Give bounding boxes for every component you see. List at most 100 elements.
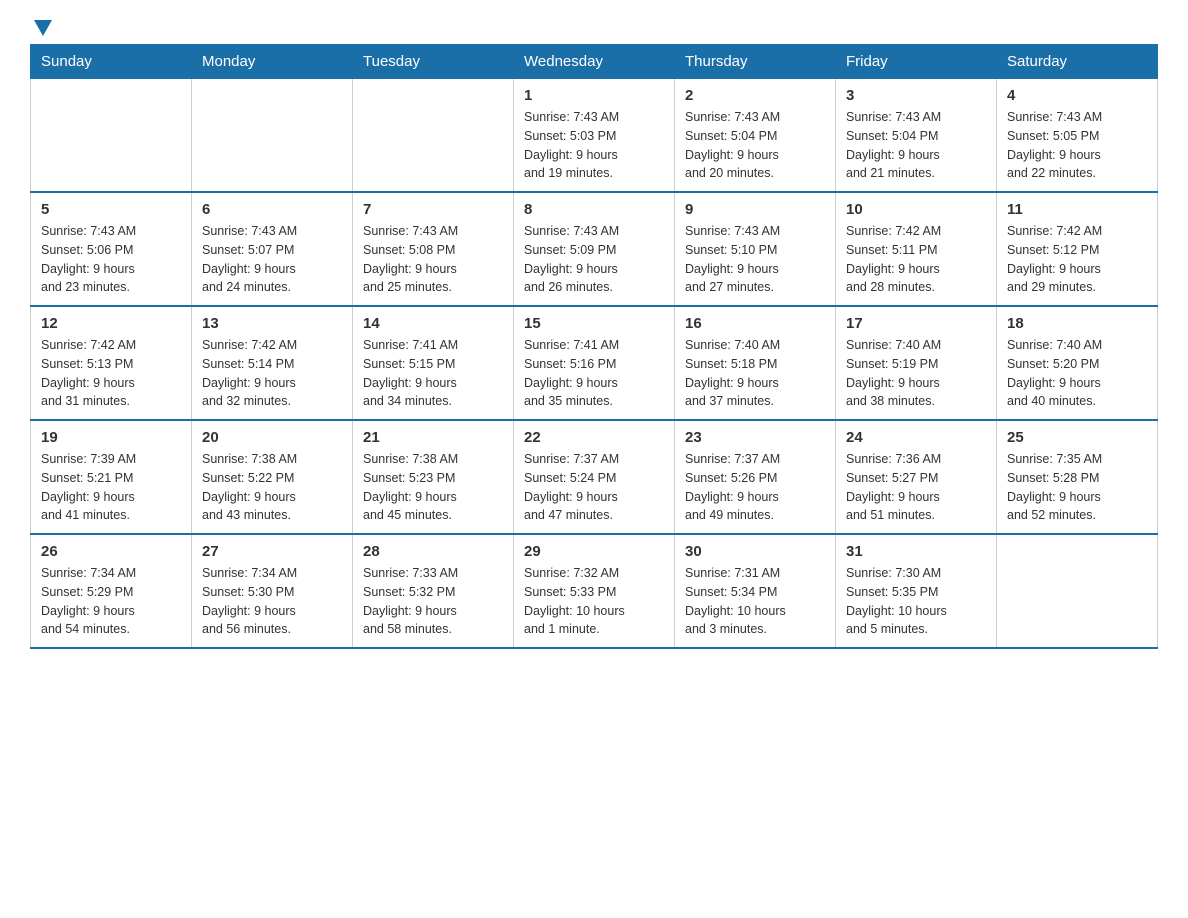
calendar-week-row: 1 Sunrise: 7:43 AM Sunset: 5:03 PM Daylig… [31,79,1158,193]
day-number: 18 [1007,315,1147,332]
day-number: 3 [846,87,986,104]
day-info: Sunrise: 7:43 AM Sunset: 5:09 PM Dayligh… [524,222,664,297]
day-number: 1 [524,87,664,104]
day-number: 19 [41,429,181,446]
day-info: Sunrise: 7:43 AM Sunset: 5:05 PM Dayligh… [1007,108,1147,183]
day-info: Sunrise: 7:39 AM Sunset: 5:21 PM Dayligh… [41,450,181,525]
weekday-header-thursday: Thursday [675,45,836,79]
calendar-cell: 25 Sunrise: 7:35 AM Sunset: 5:28 PM Dayli… [997,420,1158,534]
calendar-cell: 14 Sunrise: 7:41 AM Sunset: 5:15 PM Dayli… [353,306,514,420]
day-number: 29 [524,543,664,560]
day-number: 2 [685,87,825,104]
day-number: 13 [202,315,342,332]
calendar-cell [192,79,353,193]
day-info: Sunrise: 7:43 AM Sunset: 5:03 PM Dayligh… [524,108,664,183]
day-info: Sunrise: 7:37 AM Sunset: 5:24 PM Dayligh… [524,450,664,525]
day-number: 11 [1007,201,1147,218]
calendar-cell [353,79,514,193]
calendar-cell [31,79,192,193]
day-number: 15 [524,315,664,332]
calendar-cell: 3 Sunrise: 7:43 AM Sunset: 5:04 PM Daylig… [836,79,997,193]
day-info: Sunrise: 7:36 AM Sunset: 5:27 PM Dayligh… [846,450,986,525]
logo-triangle-icon [34,20,52,36]
day-info: Sunrise: 7:40 AM Sunset: 5:20 PM Dayligh… [1007,336,1147,411]
calendar-cell: 12 Sunrise: 7:42 AM Sunset: 5:13 PM Dayli… [31,306,192,420]
day-number: 30 [685,543,825,560]
day-info: Sunrise: 7:34 AM Sunset: 5:30 PM Dayligh… [202,564,342,639]
calendar-cell: 5Sunrise: 7:43 AM Sunset: 5:06 PM Daylig… [31,192,192,306]
day-number: 7 [363,201,503,218]
day-info: Sunrise: 7:34 AM Sunset: 5:29 PM Dayligh… [41,564,181,639]
weekday-header-friday: Friday [836,45,997,79]
calendar-cell: 29 Sunrise: 7:32 AM Sunset: 5:33 PM Dayli… [514,534,675,648]
day-info: Sunrise: 7:43 AM Sunset: 5:08 PM Dayligh… [363,222,503,297]
day-info: Sunrise: 7:33 AM Sunset: 5:32 PM Dayligh… [363,564,503,639]
calendar-cell: 11 Sunrise: 7:42 AM Sunset: 5:12 PM Dayli… [997,192,1158,306]
calendar-week-row: 5Sunrise: 7:43 AM Sunset: 5:06 PM Daylig… [31,192,1158,306]
calendar-cell: 31 Sunrise: 7:30 AM Sunset: 5:35 PM Dayli… [836,534,997,648]
day-number: 25 [1007,429,1147,446]
day-info: Sunrise: 7:43 AM Sunset: 5:07 PM Dayligh… [202,222,342,297]
day-info: Sunrise: 7:37 AM Sunset: 5:26 PM Dayligh… [685,450,825,525]
day-number: 10 [846,201,986,218]
day-info: Sunrise: 7:42 AM Sunset: 5:13 PM Dayligh… [41,336,181,411]
day-number: 16 [685,315,825,332]
calendar-cell: 20 Sunrise: 7:38 AM Sunset: 5:22 PM Dayli… [192,420,353,534]
day-info: Sunrise: 7:35 AM Sunset: 5:28 PM Dayligh… [1007,450,1147,525]
day-info: Sunrise: 7:38 AM Sunset: 5:22 PM Dayligh… [202,450,342,525]
calendar-cell: 1 Sunrise: 7:43 AM Sunset: 5:03 PM Daylig… [514,79,675,193]
day-number: 22 [524,429,664,446]
calendar-cell: 24 Sunrise: 7:36 AM Sunset: 5:27 PM Dayli… [836,420,997,534]
calendar-week-row: 26Sunrise: 7:34 AM Sunset: 5:29 PM Dayli… [31,534,1158,648]
day-info: Sunrise: 7:43 AM Sunset: 5:06 PM Dayligh… [41,222,181,297]
day-number: 21 [363,429,503,446]
day-number: 8 [524,201,664,218]
calendar-cell: 6Sunrise: 7:43 AM Sunset: 5:07 PM Daylig… [192,192,353,306]
logo [30,20,52,34]
day-info: Sunrise: 7:43 AM Sunset: 5:04 PM Dayligh… [846,108,986,183]
calendar-cell: 10Sunrise: 7:42 AM Sunset: 5:11 PM Dayli… [836,192,997,306]
day-number: 27 [202,543,342,560]
day-number: 14 [363,315,503,332]
calendar-cell: 27 Sunrise: 7:34 AM Sunset: 5:30 PM Dayli… [192,534,353,648]
day-info: Sunrise: 7:42 AM Sunset: 5:12 PM Dayligh… [1007,222,1147,297]
weekday-header-row: SundayMondayTuesdayWednesdayThursdayFrid… [31,45,1158,79]
day-number: 28 [363,543,503,560]
calendar-cell: 15 Sunrise: 7:41 AM Sunset: 5:16 PM Dayli… [514,306,675,420]
day-info: Sunrise: 7:38 AM Sunset: 5:23 PM Dayligh… [363,450,503,525]
weekday-header-saturday: Saturday [997,45,1158,79]
day-info: Sunrise: 7:41 AM Sunset: 5:16 PM Dayligh… [524,336,664,411]
calendar-week-row: 19 Sunrise: 7:39 AM Sunset: 5:21 PM Dayli… [31,420,1158,534]
weekday-header-monday: Monday [192,45,353,79]
calendar-cell: 26Sunrise: 7:34 AM Sunset: 5:29 PM Dayli… [31,534,192,648]
day-info: Sunrise: 7:40 AM Sunset: 5:18 PM Dayligh… [685,336,825,411]
day-number: 31 [846,543,986,560]
day-info: Sunrise: 7:43 AM Sunset: 5:10 PM Dayligh… [685,222,825,297]
day-info: Sunrise: 7:41 AM Sunset: 5:15 PM Dayligh… [363,336,503,411]
day-number: 20 [202,429,342,446]
day-number: 24 [846,429,986,446]
calendar-cell: 7 Sunrise: 7:43 AM Sunset: 5:08 PM Daylig… [353,192,514,306]
day-number: 12 [41,315,181,332]
day-info: Sunrise: 7:30 AM Sunset: 5:35 PM Dayligh… [846,564,986,639]
calendar-cell: 16 Sunrise: 7:40 AM Sunset: 5:18 PM Dayli… [675,306,836,420]
calendar-cell: 17Sunrise: 7:40 AM Sunset: 5:19 PM Dayli… [836,306,997,420]
calendar-header: SundayMondayTuesdayWednesdayThursdayFrid… [31,45,1158,79]
day-info: Sunrise: 7:42 AM Sunset: 5:14 PM Dayligh… [202,336,342,411]
calendar-cell: 28 Sunrise: 7:33 AM Sunset: 5:32 PM Dayli… [353,534,514,648]
calendar-body: 1 Sunrise: 7:43 AM Sunset: 5:03 PM Daylig… [31,79,1158,649]
day-info: Sunrise: 7:31 AM Sunset: 5:34 PM Dayligh… [685,564,825,639]
calendar-table: SundayMondayTuesdayWednesdayThursdayFrid… [30,44,1158,649]
weekday-header-sunday: Sunday [31,45,192,79]
calendar-cell: 2 Sunrise: 7:43 AM Sunset: 5:04 PM Daylig… [675,79,836,193]
calendar-cell: 8 Sunrise: 7:43 AM Sunset: 5:09 PM Daylig… [514,192,675,306]
calendar-cell: 18 Sunrise: 7:40 AM Sunset: 5:20 PM Dayli… [997,306,1158,420]
calendar-week-row: 12 Sunrise: 7:42 AM Sunset: 5:13 PM Dayli… [31,306,1158,420]
day-info: Sunrise: 7:43 AM Sunset: 5:04 PM Dayligh… [685,108,825,183]
day-info: Sunrise: 7:32 AM Sunset: 5:33 PM Dayligh… [524,564,664,639]
calendar-cell [997,534,1158,648]
page-header [30,20,1158,34]
calendar-cell: 13 Sunrise: 7:42 AM Sunset: 5:14 PM Dayli… [192,306,353,420]
day-number: 4 [1007,87,1147,104]
calendar-cell: 9Sunrise: 7:43 AM Sunset: 5:10 PM Daylig… [675,192,836,306]
